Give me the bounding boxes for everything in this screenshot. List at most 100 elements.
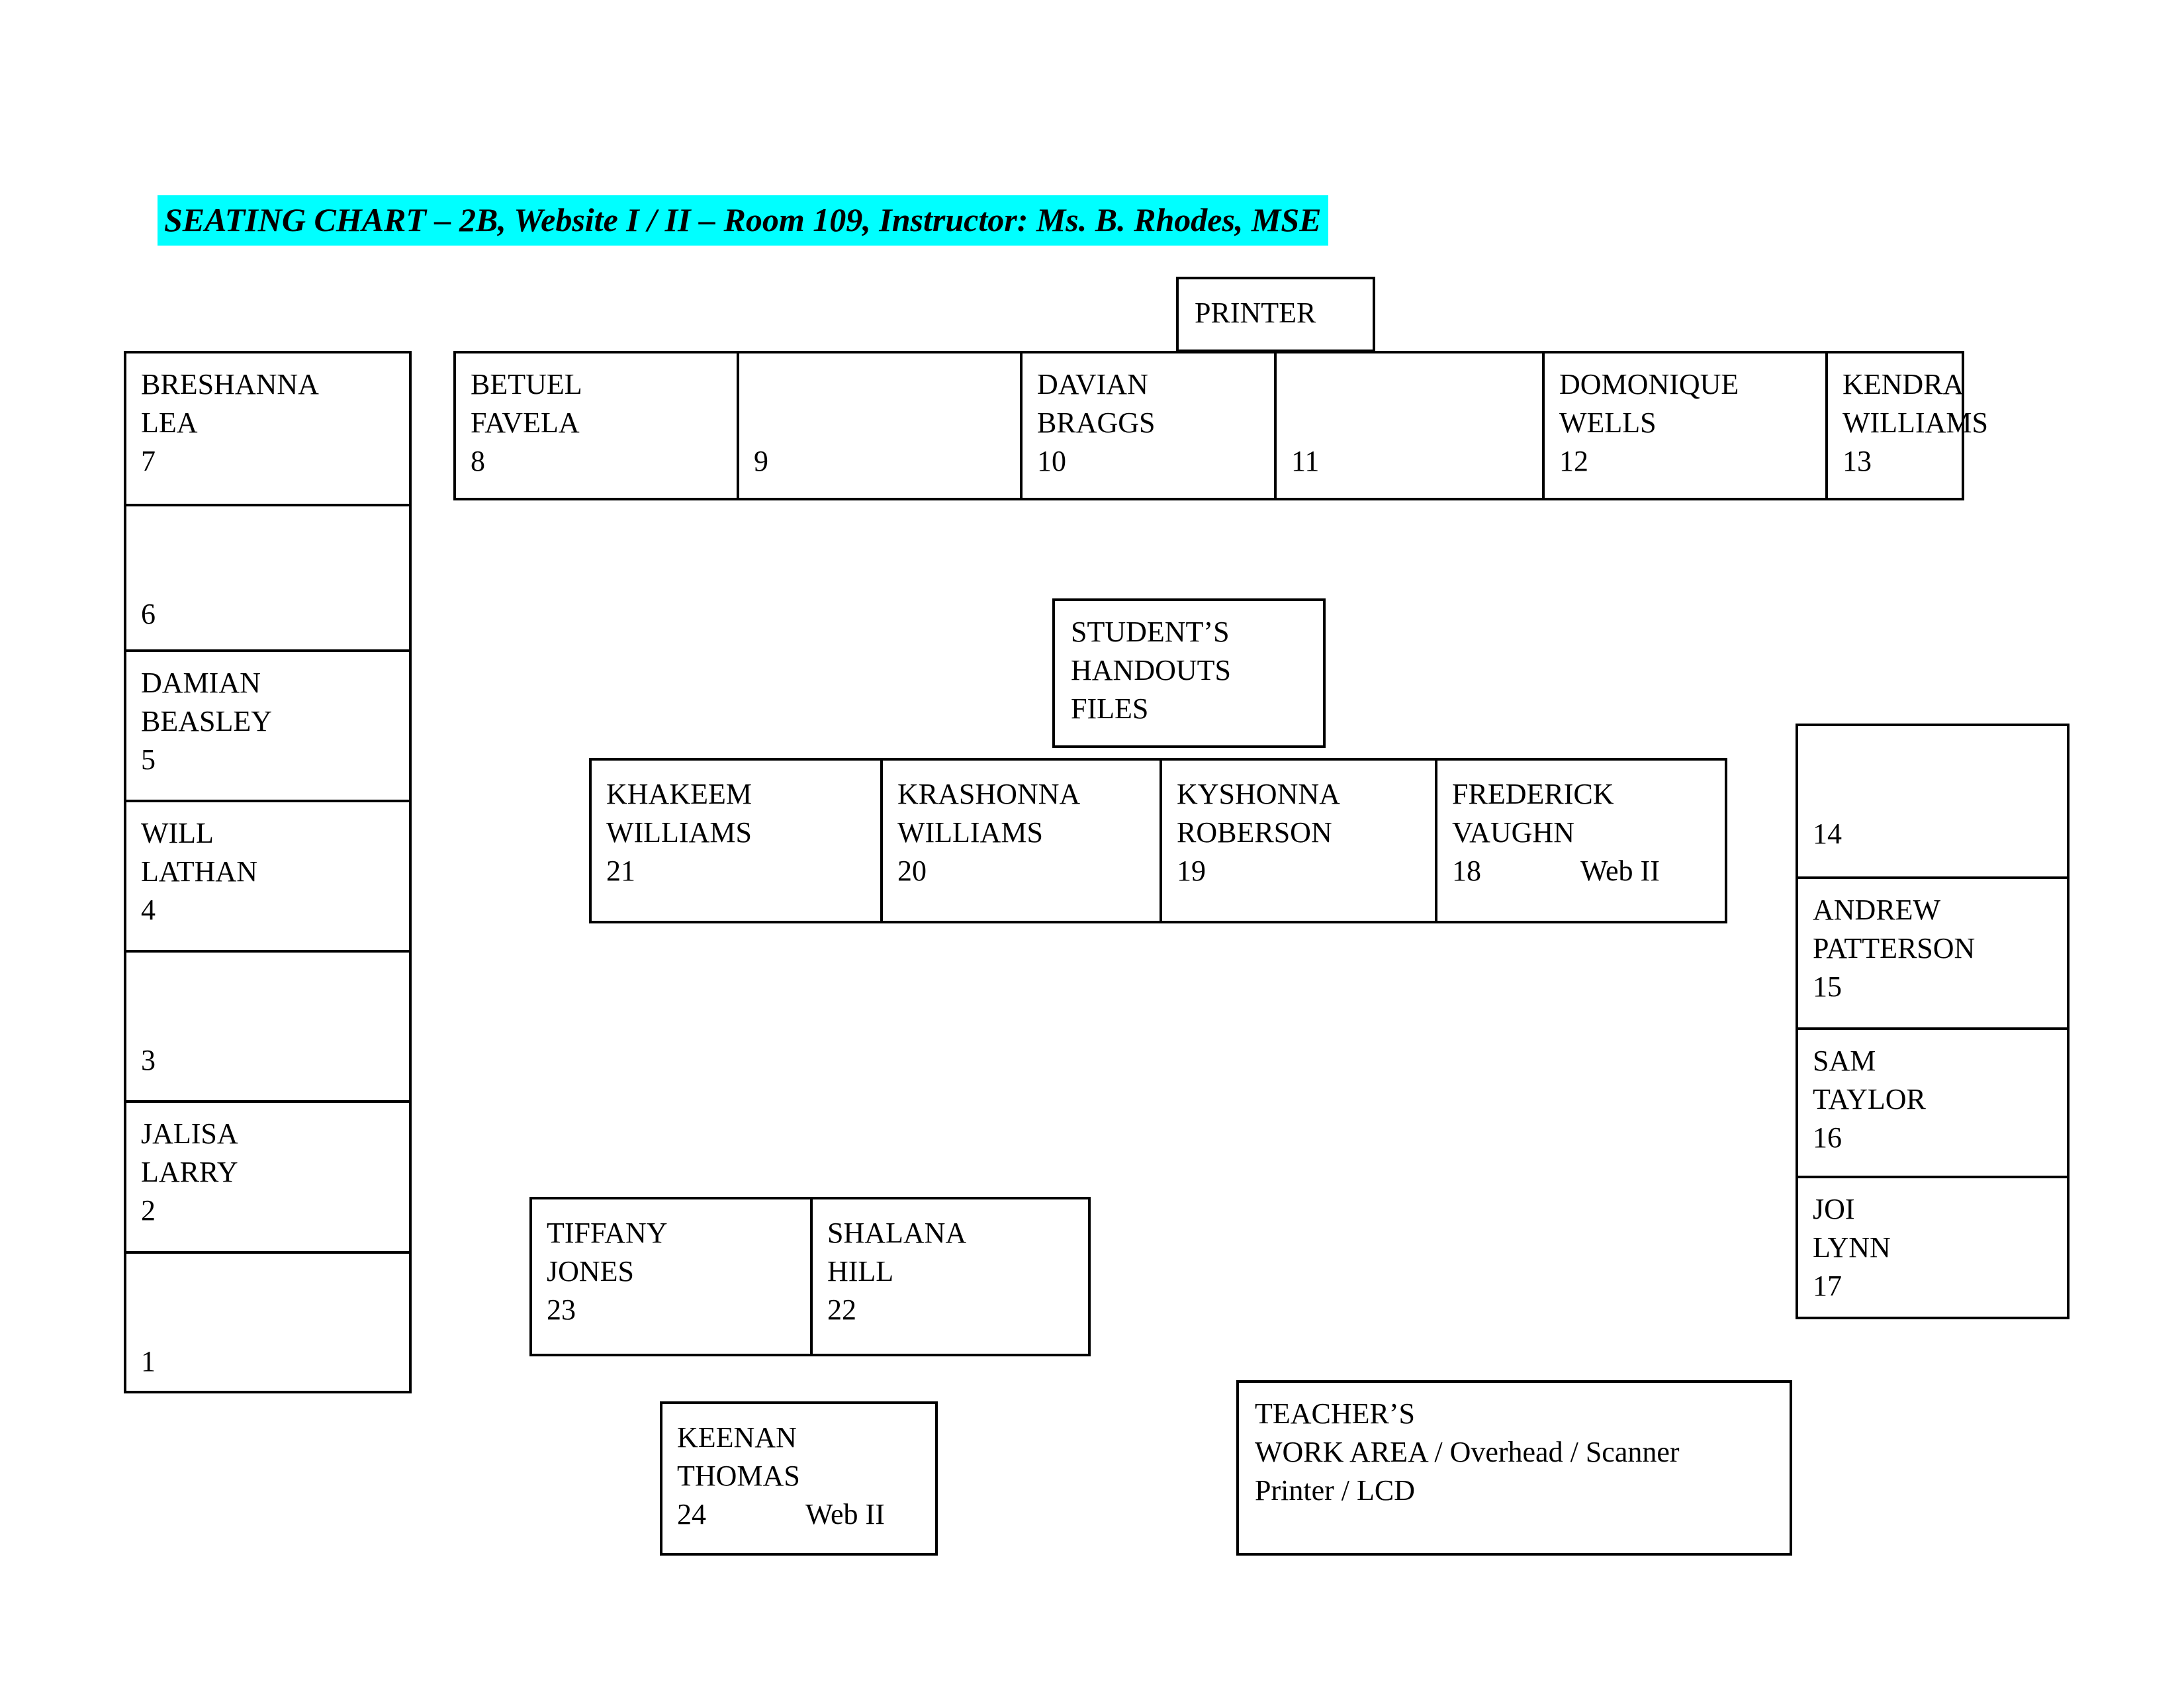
seat-name-line2 [754, 404, 1020, 442]
teacher-area-line2: WORK AREA / Overhead / Scanner [1255, 1436, 1680, 1468]
seat-name-line2: ROBERSON [1177, 816, 1332, 849]
seat-number: 20 [897, 855, 927, 887]
seat-cell-11[interactable]: 11 [1277, 353, 1542, 498]
seat-cell-3[interactable]: 3 [126, 953, 409, 1100]
seat-cell-7[interactable]: BRESHANNA LEA 7 [126, 353, 409, 504]
teacher-area-line3: Printer / LCD [1255, 1474, 1415, 1507]
seat-name-line2: WILLIAMS [606, 816, 752, 849]
seat-name-line2 [1813, 776, 2067, 815]
seat-course-tag: Web II [805, 1498, 885, 1530]
seat-name-line2: BEASLEY [141, 705, 272, 737]
seat-name-line1 [1291, 365, 1542, 404]
seat-cell-16[interactable]: SAM TAYLOR 16 [1798, 1030, 2067, 1176]
seat-cell-20[interactable]: KRASHONNA WILLIAMS 20 [883, 761, 1160, 921]
seat-name-line2 [1291, 404, 1542, 442]
seat-cell-23[interactable]: TIFFANY JONES 23 [532, 1199, 810, 1354]
seat-number: 8 [471, 445, 485, 477]
seat-number: 10 [1037, 445, 1066, 477]
seat-name-line2: JONES [547, 1255, 635, 1288]
seat-name-line1 [754, 365, 1020, 404]
seat-name-line2 [141, 1003, 409, 1041]
seat-name-line2: VAUGHN [1452, 816, 1574, 849]
seat-cell-21[interactable]: KHAKEEM WILLIAMS 21 [592, 761, 880, 921]
seat-cell-10[interactable]: DAVIAN BRAGGS 10 [1023, 353, 1274, 498]
seat-name-line1 [141, 518, 409, 557]
seat-name-line2: WELLS [1559, 406, 1657, 439]
page-title: SEATING CHART – 2B, Website I / II – Roo… [158, 195, 1328, 246]
seat-cell-12[interactable]: DOMONIQUE WELLS 12 [1545, 353, 1825, 498]
seat-number: 18 [1452, 855, 1481, 887]
seat-name-line2: PATTERSON [1813, 932, 1976, 964]
seat-name-line1: FREDERICK [1452, 778, 1614, 810]
seat-cell-1[interactable]: 1 [126, 1254, 409, 1391]
seat-number: 14 [1813, 818, 1842, 850]
seat-number: 23 [547, 1293, 576, 1326]
seat-name-line1 [141, 1266, 409, 1304]
seat-name-line2: TAYLOR [1813, 1083, 1926, 1115]
printer-box: PRINTER [1176, 277, 1375, 352]
seat-cell-9[interactable]: 9 [739, 353, 1020, 498]
seat-name-line2: HILL [827, 1255, 894, 1288]
seat-name-line1: DAVIAN [1037, 368, 1148, 400]
seat-name-line1: KEENAN [677, 1421, 797, 1454]
seat-name-line1 [141, 964, 409, 1003]
seat-cell-5[interactable]: DAMIAN BEASLEY 5 [126, 652, 409, 800]
teacher-work-area-box: TEACHER’S WORK AREA / Overhead / Scanner… [1236, 1380, 1792, 1556]
seat-name-line1: WILL [141, 817, 214, 849]
seat-cell-19[interactable]: KYSHONNA ROBERSON 19 [1162, 761, 1435, 921]
seat-number: 24 [677, 1498, 706, 1530]
seat-number: 3 [141, 1044, 156, 1076]
seat-name-line1: KRASHONNA [897, 778, 1081, 810]
printer-label: PRINTER [1195, 297, 1316, 329]
handouts-line2: HANDOUTS [1071, 654, 1231, 686]
seat-number: 11 [1291, 445, 1320, 477]
seat-name-line1: TIFFANY [547, 1217, 668, 1249]
teacher-area-line1: TEACHER’S [1255, 1397, 1415, 1430]
seat-course-tag: Web II [1580, 855, 1660, 887]
seat-cell-13[interactable]: KENDRA WILLIAMS 13 [1828, 353, 1988, 498]
seat-cell-2[interactable]: JALISA LARRY 2 [126, 1103, 409, 1251]
seat-name-line2: LEA [141, 406, 198, 439]
seat-cell-15[interactable]: ANDREW PATTERSON 15 [1798, 879, 2067, 1027]
seat-name-line1: KENDRA [1843, 368, 1964, 400]
seat-name-line1: SAM [1813, 1045, 1876, 1077]
seat-cell-24[interactable]: KEENAN THOMAS 24 Web II [662, 1404, 935, 1553]
seat-name-line2 [141, 1304, 409, 1342]
seat-number: 9 [754, 445, 768, 477]
seat-name-line2 [141, 557, 409, 595]
seat-cell-17[interactable]: JOI LYNN 17 [1798, 1178, 2067, 1317]
seat-number: 22 [827, 1293, 856, 1326]
seating-chart-page: SEATING CHART – 2B, Website I / II – Roo… [0, 0, 2184, 1688]
student-handouts-box: STUDENT’S HANDOUTS FILES [1052, 598, 1326, 748]
seat-name-line1: ANDREW [1813, 894, 1941, 926]
seat-cell-8[interactable]: BETUEL FAVELA 8 [456, 353, 737, 498]
seat-name-line1: BRESHANNA [141, 368, 319, 400]
seat-name-line1: DAMIAN [141, 667, 261, 699]
seat-number: 15 [1813, 970, 1842, 1003]
seat-name-line2: WILLIAMS [1843, 406, 1988, 439]
seat-number: 4 [141, 894, 156, 926]
seat-cell-14[interactable]: 14 [1798, 726, 2067, 876]
seat-name-line1: KHAKEEM [606, 778, 752, 810]
seat-number: 1 [141, 1345, 156, 1378]
seat-number: 13 [1843, 445, 1872, 477]
seat-name-line1: DOMONIQUE [1559, 368, 1739, 400]
seat-number: 2 [141, 1194, 156, 1227]
seat-number: 12 [1559, 445, 1588, 477]
seat-name-line1 [1813, 738, 2067, 776]
seat-cell-6[interactable]: 6 [126, 506, 409, 649]
seat-number: 19 [1177, 855, 1206, 887]
seat-name-line2: LARRY [141, 1156, 238, 1188]
seat-name-line2: WILLIAMS [897, 816, 1043, 849]
seat-name-line1: BETUEL [471, 368, 582, 400]
seat-cell-4[interactable]: WILL LATHAN 4 [126, 802, 409, 950]
seat-number: 17 [1813, 1270, 1842, 1302]
seat-name-line2: FAVELA [471, 406, 580, 439]
seat-name-line2: THOMAS [677, 1460, 800, 1492]
seat-name-line2: BRAGGS [1037, 406, 1156, 439]
seat-cell-18[interactable]: FREDERICK VAUGHN 18 Web II [1437, 761, 1725, 921]
seat-number: 16 [1813, 1121, 1842, 1154]
handouts-line3: FILES [1071, 692, 1149, 725]
seat-name-line1: KYSHONNA [1177, 778, 1340, 810]
seat-cell-22[interactable]: SHALANA HILL 22 [813, 1199, 1088, 1354]
